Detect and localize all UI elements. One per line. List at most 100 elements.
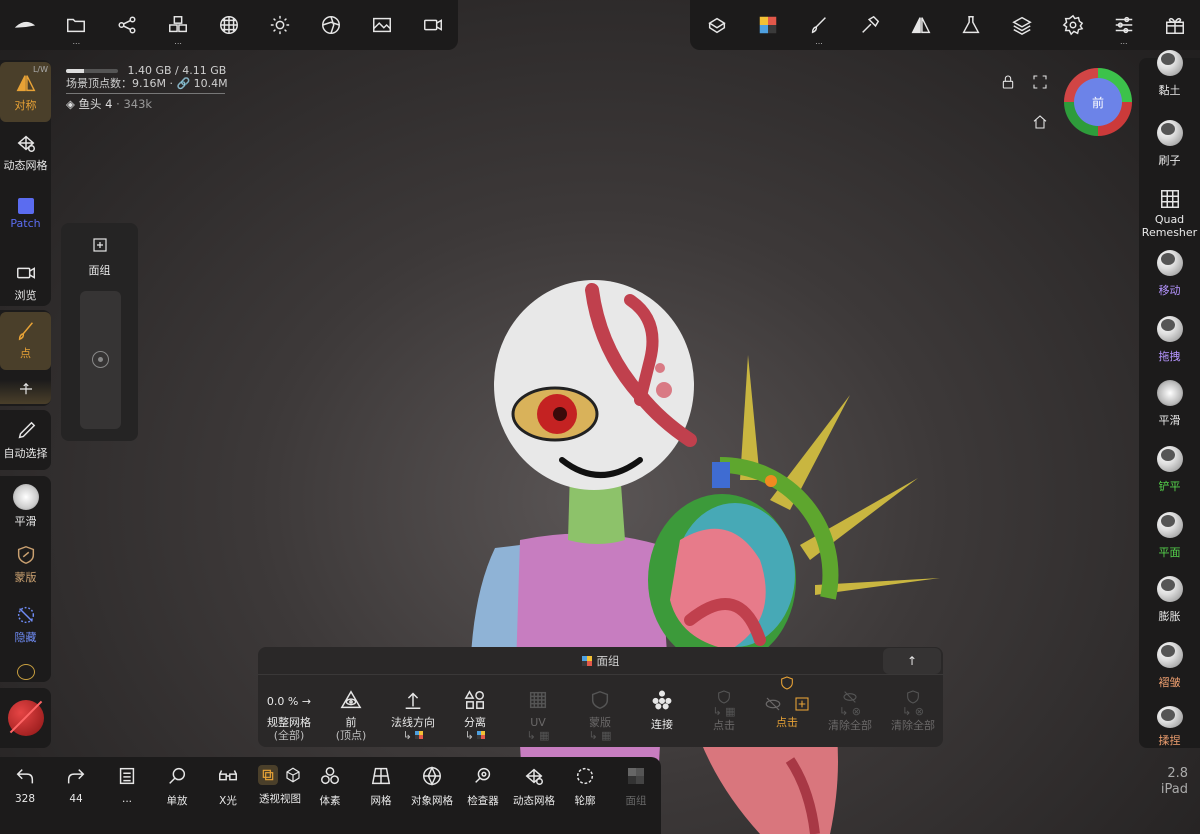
sliders-icon[interactable]: ...	[1098, 0, 1149, 50]
perspective-button[interactable]: 透视视图	[254, 765, 306, 806]
click-label-1: 点击	[713, 719, 735, 732]
flatten-tool[interactable]: 铲平	[1139, 446, 1200, 498]
zoom-button[interactable]: 单放	[152, 765, 202, 808]
material-swatch-icon[interactable]	[743, 0, 794, 50]
voxel-icon[interactable]: ...	[153, 0, 204, 50]
inspector-icon	[472, 765, 494, 787]
light-icon[interactable]	[254, 0, 305, 50]
active-object[interactable]: ◈ 鱼头 4 · 343k	[66, 98, 228, 111]
uv-button[interactable]: UV ↳ ▦	[503, 689, 573, 742]
face-group-label: 面组	[88, 264, 111, 277]
patch-tool[interactable]: Patch	[0, 196, 51, 240]
history-list-icon	[116, 765, 138, 787]
collapse-arrow-button[interactable]: ↑	[883, 648, 941, 674]
drag-tool[interactable]: 拖拽	[1139, 316, 1200, 368]
normal-arrow-icon	[402, 689, 424, 711]
home-icon[interactable]	[1030, 112, 1050, 132]
connect-label: 连接	[651, 718, 673, 731]
wireframe-button[interactable]: 网格	[356, 765, 406, 808]
more-dots: ...	[815, 37, 823, 46]
shield-check-icon	[905, 689, 921, 705]
normal-direction-button[interactable]: 法线方向 ↳	[378, 689, 448, 742]
connect-button[interactable]: 连接	[627, 689, 697, 731]
flatten-label: 铲平	[1158, 480, 1181, 493]
auto-select-tool[interactable]: 自动选择	[0, 420, 51, 464]
hide-tool[interactable]: 隐藏	[0, 604, 51, 652]
click-select-button[interactable]: 点击	[752, 675, 822, 729]
gizmo-front-face[interactable]: 前	[1074, 78, 1122, 126]
scene-graph-icon[interactable]	[102, 0, 153, 50]
clear-all-button-2[interactable]: ↳ ⊗ 清除全部	[878, 689, 948, 732]
outline-button[interactable]: 轮廓	[560, 765, 610, 808]
move-label: 移动	[1158, 284, 1181, 297]
brush-ball-icon	[1156, 120, 1183, 146]
zoom-label: 单放	[166, 795, 188, 807]
mesh-icon[interactable]	[692, 0, 743, 50]
sculpt-ball	[648, 456, 839, 666]
scene-stats: 1.40 GB / 4.11 GB 场景顶点数：9.16M · 🔗 10.4M …	[66, 64, 228, 111]
view-tool[interactable]: 浏览	[0, 262, 51, 306]
extra-tool[interactable]	[0, 664, 51, 680]
layers-icon[interactable]	[997, 0, 1048, 50]
object-mesh-button[interactable]: 对象网格	[407, 765, 457, 808]
dynamic-mesh-tool[interactable]: 动态网格	[0, 132, 51, 182]
sub-panel-header: 面组	[258, 647, 943, 675]
mask-tool[interactable]: 蒙版	[0, 544, 51, 592]
normal-direction-label: 法线方向	[391, 716, 435, 729]
shading-icon[interactable]	[305, 0, 356, 50]
stroke-options-tool[interactable]	[0, 380, 51, 404]
voxel-button[interactable]: 体素	[305, 765, 355, 808]
face-group-button[interactable]: 面组	[611, 765, 661, 808]
add-face-group-button[interactable]	[61, 235, 138, 255]
brush-stroke-icon	[15, 320, 37, 342]
paint-brush-icon[interactable]: ...	[794, 0, 845, 50]
mask-to-facegroup-icon: ↳ ▦	[588, 729, 612, 742]
version-info: 2.8 iPad	[1161, 766, 1188, 798]
redo-button[interactable]: 44	[51, 765, 101, 805]
image-icon[interactable]	[356, 0, 407, 50]
clay-tool[interactable]: 黏土	[1139, 50, 1200, 102]
flask-icon[interactable]	[946, 0, 997, 50]
symmetry-tool[interactable]: L/W 对称	[0, 62, 51, 122]
quad-remesher-tool[interactable]: Quad Remesher	[1139, 188, 1200, 240]
pinch-tool[interactable]: 揉捏	[1139, 706, 1200, 748]
face-group-slider[interactable]	[80, 291, 121, 429]
app-logo-icon[interactable]	[0, 0, 51, 50]
view-orientation-gizmo[interactable]: 前	[1064, 68, 1132, 136]
point-tool[interactable]: 点	[0, 312, 51, 370]
hammer-icon[interactable]	[844, 0, 895, 50]
topology-icon[interactable]	[204, 0, 255, 50]
front-vertex-button[interactable]: 前 (顶点)	[316, 689, 386, 742]
folder-icon[interactable]: ...	[51, 0, 102, 50]
inspector-button[interactable]: 检查器	[458, 765, 508, 808]
regular-mesh-button[interactable]: 0.0 % → 规整网格 (全部)	[254, 695, 324, 742]
crease-tool[interactable]: 褶皱	[1139, 642, 1200, 694]
history-button[interactable]: ...	[102, 765, 152, 805]
camera-icon[interactable]	[407, 0, 458, 50]
settings-gear-icon[interactable]	[1048, 0, 1099, 50]
xray-button[interactable]: X光	[203, 765, 253, 808]
click-mask-button[interactable]: ↳ ▦ 点击	[689, 689, 759, 732]
fullscreen-icon[interactable]	[1030, 72, 1050, 92]
plane-tool[interactable]: 平面	[1139, 512, 1200, 564]
pinch-label: 揉捏	[1158, 734, 1181, 747]
brush-tool[interactable]: 刷子	[1139, 120, 1200, 172]
smooth-tool[interactable]: 平滑	[0, 484, 51, 534]
smooth-sculpt-tool[interactable]: 平滑	[1139, 380, 1200, 432]
undo-button[interactable]: 328	[0, 765, 50, 805]
lock-icon[interactable]	[998, 72, 1018, 92]
move-tool[interactable]: 移动	[1139, 250, 1200, 302]
inflate-tool[interactable]: 膨胀	[1139, 576, 1200, 628]
gift-icon[interactable]	[1149, 0, 1200, 50]
plane-ball-icon	[1156, 512, 1183, 538]
spread-icon	[17, 380, 35, 398]
mask-button[interactable]: 蒙版 ↳ ▦	[565, 689, 635, 742]
point-label: 点	[20, 347, 31, 360]
separate-button[interactable]: 分离 ↳	[440, 689, 510, 742]
dynamic-mesh-button[interactable]: 动态网格	[509, 765, 559, 808]
top-left-toolbar: ... ...	[0, 0, 458, 50]
dynamic-mesh-label: 动态网格	[3, 159, 48, 172]
symmetry-icon[interactable]	[895, 0, 946, 50]
material-preview-slot[interactable]	[0, 688, 51, 748]
clear-all-button-1[interactable]: ↳ ⊗ 清除全部	[815, 689, 885, 732]
